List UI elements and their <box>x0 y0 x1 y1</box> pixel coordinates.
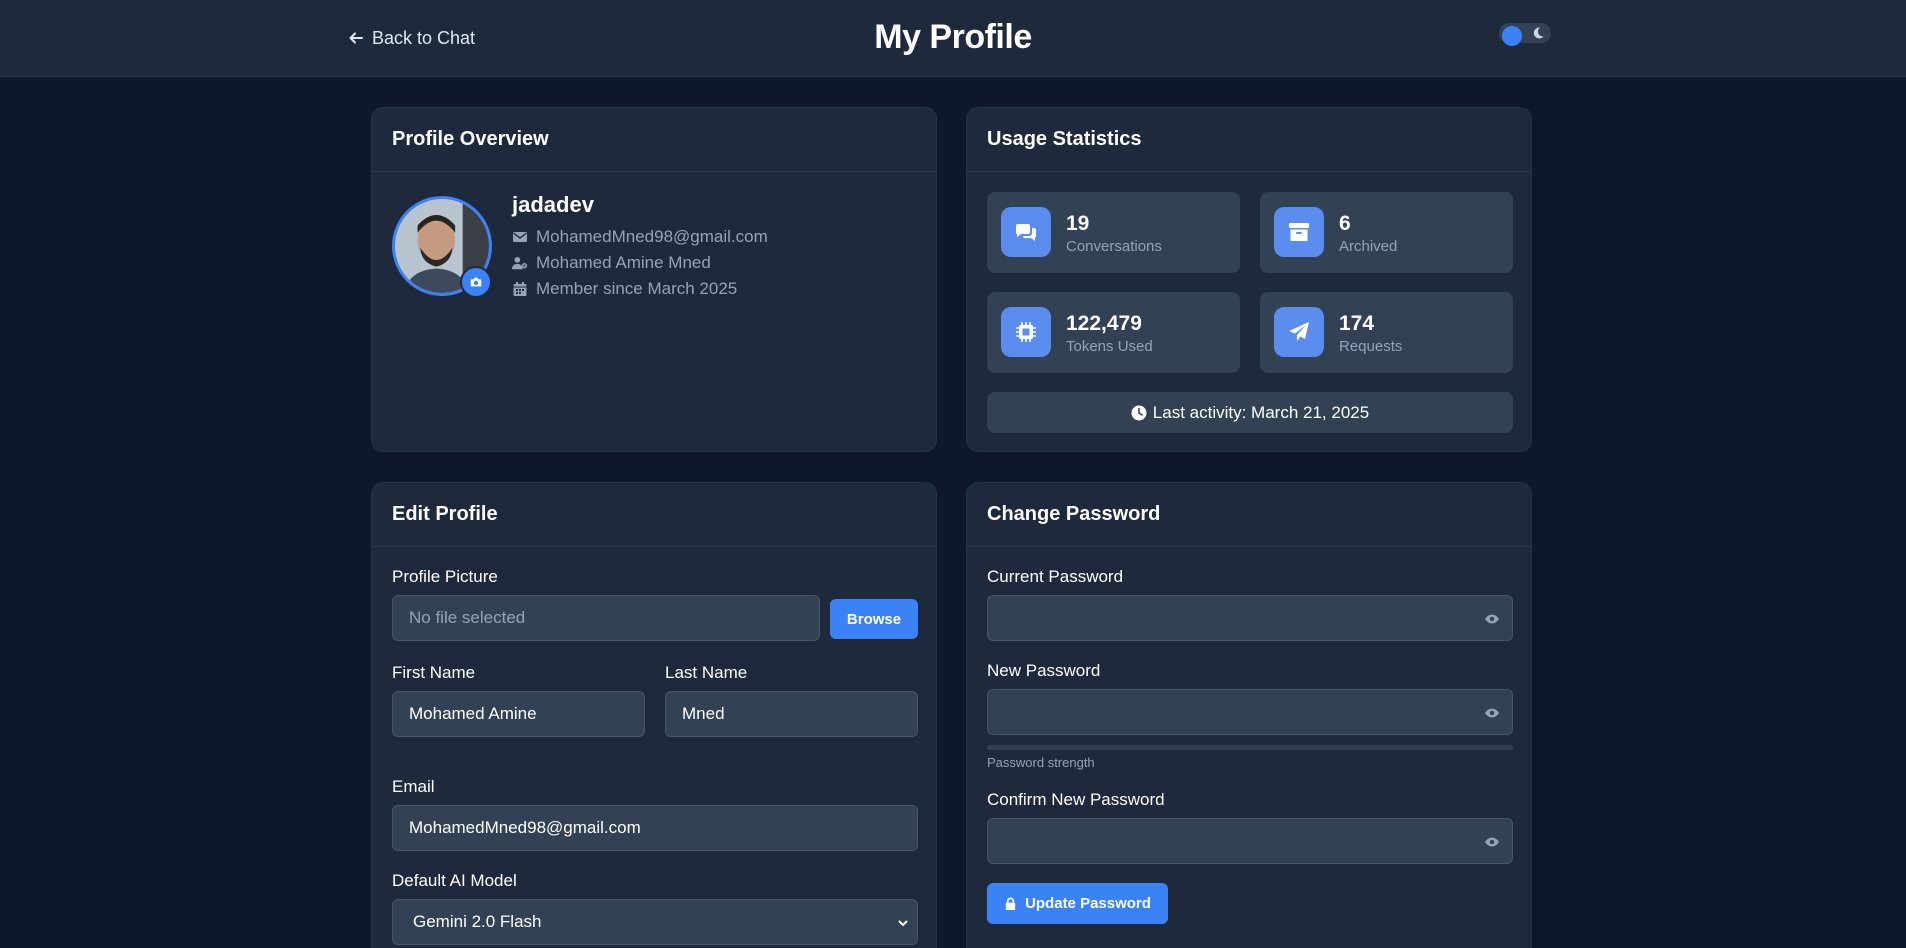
user-gear-icon <box>512 257 528 270</box>
stat-label: Conversations <box>1066 238 1162 255</box>
usage-statistics-card: Usage Statistics 19 Conversations 6 Arch… <box>966 107 1532 452</box>
card-header: Usage Statistics <box>967 108 1531 172</box>
email-field[interactable]: MohamedMned98@gmail.com <box>392 805 918 851</box>
card-header: Edit Profile <box>372 483 936 547</box>
change-password-card: Change Password Current Password New Pas… <box>966 482 1532 948</box>
last-activity-bar: Last activity: March 21, 2025 <box>987 392 1513 433</box>
first-name-label: First Name <box>392 663 476 682</box>
profile-info: jadadev MohamedMned98@gmail.com Mohamed … <box>512 192 768 302</box>
update-password-label: Update Password <box>1025 895 1151 912</box>
chip-icon <box>1016 322 1036 342</box>
last-name-field[interactable]: Mned <box>665 691 918 737</box>
top-bar: Back to Chat My Profile <box>0 0 1906 77</box>
paper-plane-icon <box>1289 322 1309 341</box>
stat-tokens: 122,479 Tokens Used <box>987 292 1240 373</box>
update-password-button[interactable]: Update Password <box>987 883 1168 924</box>
page-title: My Profile <box>874 18 1032 56</box>
camera-icon <box>470 277 482 287</box>
card-title: Profile Overview <box>392 128 549 150</box>
stat-requests: 174 Requests <box>1260 292 1513 373</box>
moon-icon <box>1533 27 1544 39</box>
card-title: Usage Statistics <box>987 128 1142 150</box>
edit-profile-card: Edit Profile Profile Picture No file sel… <box>371 482 937 948</box>
default-model-select[interactable]: Gemini 2.0 Flash <box>392 899 918 945</box>
member-since-text: Member since March 2025 <box>536 279 738 298</box>
password-strength-bar <box>987 745 1513 750</box>
stat-value: 122,479 <box>1066 312 1142 335</box>
avatar-container <box>392 196 492 298</box>
envelope-icon <box>513 232 527 242</box>
last-name-label: Last Name <box>665 663 748 682</box>
chevron-down-icon <box>898 920 908 927</box>
eye-icon[interactable] <box>1484 611 1500 627</box>
profile-picture-input[interactable]: No file selected <box>392 595 820 641</box>
profile-overview-card: Profile Overview jadadev MohamedMned98@g… <box>371 107 937 452</box>
new-password-field[interactable] <box>987 689 1513 735</box>
username: jadadev <box>512 192 594 217</box>
stat-icon-box <box>1001 207 1051 257</box>
stat-value: 19 <box>1066 212 1090 235</box>
current-password-field[interactable] <box>987 595 1513 641</box>
card-title: Change Password <box>987 503 1161 525</box>
lock-icon <box>1005 897 1016 910</box>
browse-button[interactable]: Browse <box>830 599 918 639</box>
confirm-password-label: Confirm New Password <box>987 790 1165 809</box>
eye-icon[interactable] <box>1484 705 1500 721</box>
stat-value: 6 <box>1339 212 1351 235</box>
archive-icon <box>1289 223 1309 241</box>
current-password-label: Current Password <box>987 567 1124 586</box>
full-name-text: Mohamed Amine Mned <box>536 253 711 272</box>
email-text: MohamedMned98@gmail.com <box>536 227 768 246</box>
name-row: Mohamed Amine Mned <box>512 250 768 276</box>
default-model-label: Default AI Model <box>392 871 517 890</box>
email-label: Email <box>392 777 435 796</box>
password-strength-label: Password strength <box>987 755 1095 770</box>
clock-icon <box>1131 405 1147 420</box>
confirm-password-field[interactable] <box>987 818 1513 864</box>
selected-model: Gemini 2.0 Flash <box>413 912 542 931</box>
stat-icon-box <box>1274 307 1324 357</box>
change-photo-button[interactable] <box>460 266 492 298</box>
card-header: Change Password <box>967 483 1531 547</box>
email-row: MohamedMned98@gmail.com <box>512 224 768 250</box>
comments-icon <box>1015 224 1037 241</box>
stat-icon-box <box>1001 307 1051 357</box>
new-password-label: New Password <box>987 661 1101 680</box>
stat-label: Requests <box>1339 338 1403 355</box>
calendar-icon <box>513 282 527 296</box>
card-title: Edit Profile <box>392 503 498 525</box>
eye-icon[interactable] <box>1484 834 1500 850</box>
theme-toggle[interactable] <box>1499 23 1551 46</box>
stat-conversations: 19 Conversations <box>987 192 1240 273</box>
first-name-field[interactable]: Mohamed Amine <box>392 691 645 737</box>
stat-archived: 6 Archived <box>1260 192 1513 273</box>
stat-value: 174 <box>1339 312 1375 335</box>
profile-picture-label: Profile Picture <box>392 567 498 586</box>
toggle-knob <box>1502 26 1522 46</box>
member-since-row: Member since March 2025 <box>512 276 768 302</box>
stat-label: Archived <box>1339 238 1398 255</box>
card-header: Profile Overview <box>372 108 936 172</box>
stat-icon-box <box>1274 207 1324 257</box>
stat-label: Tokens Used <box>1066 338 1153 355</box>
last-activity-text: Last activity: March 21, 2025 <box>1152 402 1370 422</box>
